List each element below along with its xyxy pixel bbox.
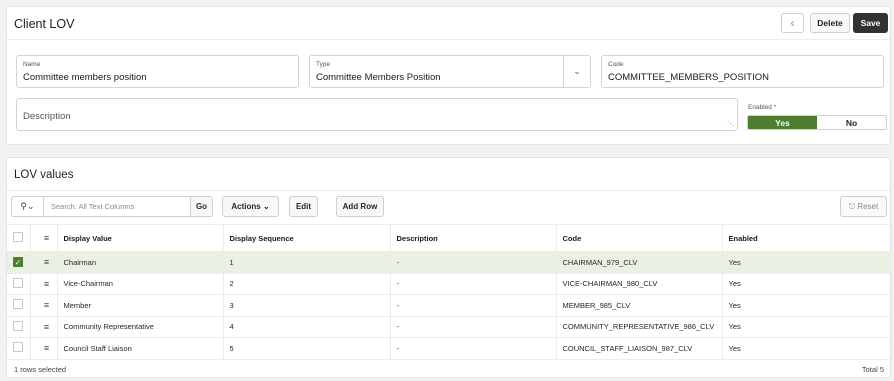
description-label: Description: [23, 111, 71, 122]
table-row[interactable]: ≡ Council Staff Liaison 5- COUNCIL_STAFF_LI…: [7, 337, 892, 360]
cell-code[interactable]: COMMUNITY_REPRESENTATIVE_986_CLV: [556, 316, 723, 338]
code-field[interactable]: Code COMMITTEE_MEMBERS_POSITION: [601, 55, 884, 88]
row-actions-icon[interactable]: ≡: [30, 294, 58, 317]
cell-enabled[interactable]: Yes: [722, 251, 892, 274]
row-actions-icon[interactable]: ≡: [30, 337, 58, 360]
page-title: Client LOV: [14, 17, 75, 31]
cell-display-sequence[interactable]: 4: [223, 316, 391, 338]
selection-count: 1 rows selected: [14, 365, 67, 374]
search-input[interactable]: Search: All Text Columns: [44, 202, 190, 211]
cell-description[interactable]: -: [390, 273, 557, 295]
cell-description[interactable]: -: [390, 337, 557, 360]
name-field[interactable]: Name Committee members position: [16, 55, 299, 88]
required-marker: *: [773, 104, 777, 111]
grid-title: LOV values: [14, 169, 74, 181]
enabled-toggle[interactable]: Yes No: [747, 115, 887, 130]
row-checkbox[interactable]: ✓: [7, 251, 31, 274]
row-actions-icon[interactable]: ≡: [30, 251, 58, 274]
cell-description[interactable]: -: [390, 294, 557, 317]
table-row[interactable]: ✓ ≡ Chairman 1- CHAIRMAN_979_CLV Yes: [7, 251, 892, 274]
row-actions-icon[interactable]: ≡: [30, 316, 58, 338]
cell-display-value[interactable]: Member: [57, 294, 224, 317]
column-header-display-sequence[interactable]: Display Sequence: [223, 224, 391, 252]
grid-footer: 1 rows selected Total 5: [7, 359, 890, 377]
name-label: Name: [23, 61, 41, 68]
row-actions-header-icon: ≡: [30, 224, 58, 252]
resize-grip-icon[interactable]: ⋱: [727, 120, 734, 128]
enabled-label: Enabled *: [748, 104, 777, 111]
type-label: Type: [316, 61, 331, 68]
reset-button[interactable]: ⎋ Reset: [840, 196, 887, 217]
column-header-code[interactable]: Code: [556, 224, 723, 252]
cell-code[interactable]: COUNCIL_STAFF_LIAISON_987_CLV: [556, 337, 723, 360]
code-label: Code: [608, 61, 624, 68]
select-all-checkbox[interactable]: [7, 224, 31, 252]
column-header-display-value[interactable]: Display Value: [57, 224, 224, 252]
total-count: Total 5: [861, 365, 884, 374]
cell-display-value[interactable]: Community Representative: [57, 316, 224, 338]
row-actions-icon[interactable]: ≡: [30, 273, 58, 295]
type-value: Committee Members Position: [316, 72, 441, 83]
cell-description[interactable]: -: [390, 316, 557, 338]
column-header-enabled[interactable]: Enabled: [722, 224, 892, 252]
grid-header: LOV values: [7, 158, 890, 191]
enabled-yes-option[interactable]: Yes: [748, 116, 817, 129]
code-value: COMMITTEE_MEMBERS_POSITION: [608, 72, 769, 83]
cell-enabled[interactable]: Yes: [722, 316, 892, 338]
table-row[interactable]: ≡ Member 3- MEMBER_985_CLV Yes: [7, 294, 892, 317]
search-bar: ⚲⌄ Search: All Text Columns Go: [11, 196, 213, 217]
cell-enabled[interactable]: Yes: [722, 294, 892, 317]
row-checkbox[interactable]: [7, 337, 31, 360]
cell-enabled[interactable]: Yes: [722, 337, 892, 360]
table-row[interactable]: ≡ Community Representative 4- COMMUNITY_REP…: [7, 316, 892, 338]
cell-display-value[interactable]: Vice-Chairman: [57, 273, 224, 295]
cell-code[interactable]: CHAIRMAN_979_CLV: [556, 251, 723, 274]
type-select[interactable]: Type Committee Members Position ⌄: [309, 55, 591, 88]
back-button[interactable]: ‹: [781, 13, 804, 33]
add-row-button[interactable]: Add Row: [336, 196, 384, 217]
cell-code[interactable]: MEMBER_985_CLV: [556, 294, 723, 317]
lov-values-region: LOV values ⚲⌄ Search: All Text Columns G…: [6, 157, 892, 378]
save-button[interactable]: Save: [853, 13, 888, 33]
cell-description[interactable]: -: [390, 251, 557, 274]
table-row[interactable]: ≡ Vice-Chairman 2- VICE-CHAIRMAN_980_CLV Yes: [7, 273, 892, 295]
search-icon[interactable]: ⚲⌄: [12, 197, 44, 216]
edit-button[interactable]: Edit: [289, 196, 318, 217]
actions-menu-button[interactable]: Actions ⌄: [222, 196, 279, 217]
row-checkbox[interactable]: [7, 316, 31, 338]
grid-toolbar: ⚲⌄ Search: All Text Columns Go Actions ⌄…: [7, 196, 890, 218]
cell-display-sequence[interactable]: 5: [223, 337, 391, 360]
cell-display-sequence[interactable]: 2: [223, 273, 391, 295]
column-header-description[interactable]: Description: [390, 224, 557, 252]
cell-code[interactable]: VICE-CHAIRMAN_980_CLV: [556, 273, 723, 295]
cell-enabled[interactable]: Yes: [722, 273, 892, 295]
cell-display-sequence[interactable]: 3: [223, 294, 391, 317]
description-field[interactable]: Description ⋱: [16, 98, 738, 131]
name-value: Committee members position: [23, 72, 147, 83]
cell-display-value[interactable]: Chairman: [57, 251, 224, 274]
reset-icon: ⎋: [848, 201, 856, 211]
chevron-down-icon: ⌄: [262, 202, 270, 211]
row-checkbox[interactable]: [7, 273, 31, 295]
lov-values-table: ≡ Display Value Display Sequence Descrip…: [7, 224, 892, 360]
cell-display-value[interactable]: Council Staff Liaison: [57, 337, 224, 360]
delete-button[interactable]: Delete: [810, 13, 850, 33]
chevron-left-icon: ‹: [790, 16, 795, 30]
cell-display-sequence[interactable]: 1: [223, 251, 391, 274]
go-button[interactable]: Go: [190, 197, 212, 216]
chevron-down-icon[interactable]: ⌄: [563, 56, 590, 87]
row-checkbox[interactable]: [7, 294, 31, 317]
form-header: Client LOV ‹ Delete Save: [7, 7, 890, 40]
client-lov-form-region: Client LOV ‹ Delete Save Name Committee …: [6, 6, 891, 145]
table-header-row: ≡ Display Value Display Sequence Descrip…: [7, 224, 892, 252]
enabled-no-option[interactable]: No: [817, 116, 886, 129]
